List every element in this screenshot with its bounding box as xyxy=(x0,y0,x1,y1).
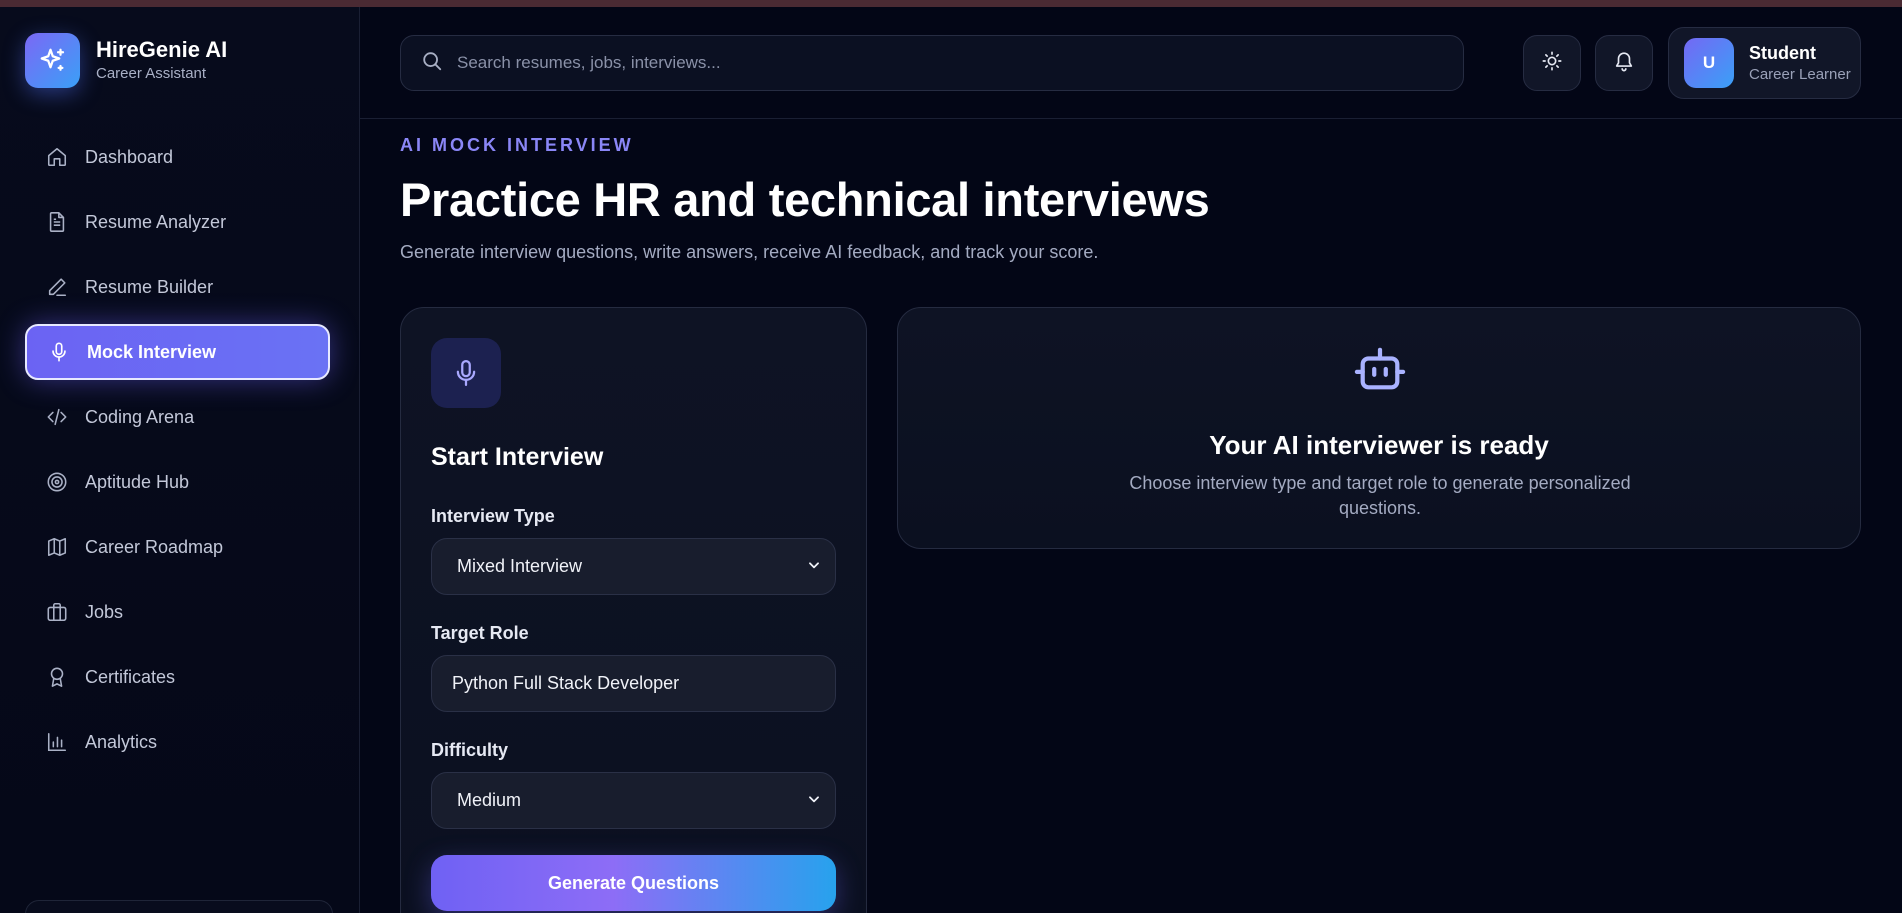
top-header: U Student Career Learner xyxy=(360,7,1902,119)
page-title: Practice HR and technical interviews xyxy=(400,173,1210,226)
search-bar[interactable] xyxy=(400,35,1464,91)
bell-icon xyxy=(1613,50,1635,77)
sidebar-item-coding-arena[interactable]: Coding Arena xyxy=(25,389,330,445)
pencil-icon xyxy=(45,275,69,299)
target-role-input[interactable]: Python Full Stack Developer xyxy=(431,655,836,712)
generate-questions-button[interactable]: Generate Questions xyxy=(431,855,836,911)
ready-description: Choose interview type and target role to… xyxy=(1129,473,1631,518)
sidebar-nav: Dashboard Resume Analyzer Resume Builder… xyxy=(25,129,330,779)
sidebar-item-dashboard[interactable]: Dashboard xyxy=(25,129,330,185)
microphone-icon xyxy=(47,340,71,364)
difficulty-select[interactable]: Medium xyxy=(431,772,836,829)
sidebar-item-career-roadmap[interactable]: Career Roadmap xyxy=(25,519,330,575)
sidebar-item-label: Mock Interview xyxy=(87,341,217,362)
home-icon xyxy=(45,145,69,169)
avatar: U xyxy=(1684,38,1734,88)
briefcase-icon xyxy=(45,600,69,624)
target-role-value: Python Full Stack Developer xyxy=(452,673,680,693)
sidebar-item-analytics[interactable]: Analytics xyxy=(25,714,330,770)
start-interview-title: Start Interview xyxy=(431,443,604,471)
award-icon xyxy=(45,665,69,689)
interview-type-value: Mixed Interview xyxy=(457,556,583,576)
sidebar-item-resume-builder[interactable]: Resume Builder xyxy=(25,259,330,315)
sidebar-footer-card[interactable] xyxy=(25,900,333,913)
code-icon xyxy=(45,405,69,429)
sidebar-item-label: Certificates xyxy=(85,666,176,687)
sparkles-icon xyxy=(25,33,80,88)
difficulty-value: Medium xyxy=(457,790,522,810)
sidebar-item-label: Aptitude Hub xyxy=(85,471,190,492)
sidebar-item-label: Dashboard xyxy=(85,146,174,167)
sidebar-item-label: Jobs xyxy=(85,601,124,622)
sidebar-item-label: Analytics xyxy=(85,731,158,752)
page-subtitle: Generate interview questions, write answ… xyxy=(400,242,1099,262)
app-title: HireGenie AI xyxy=(96,37,228,62)
sidebar-item-jobs[interactable]: Jobs xyxy=(25,584,330,640)
ready-title: Your AI interviewer is ready xyxy=(1209,430,1549,460)
ai-interviewer-card: Your AI interviewer is ready Choose inte… xyxy=(897,307,1861,549)
notifications-button[interactable] xyxy=(1595,35,1653,91)
chevron-down-icon xyxy=(807,790,821,811)
difficulty-label: Difficulty xyxy=(431,740,509,760)
sidebar: HireGenie AI Career Assistant Dashboard … xyxy=(0,7,360,913)
interview-type-label: Interview Type xyxy=(431,506,555,526)
target-icon xyxy=(45,470,69,494)
interview-type-select[interactable]: Mixed Interview xyxy=(431,538,836,595)
target-role-label: Target Role xyxy=(431,623,529,643)
user-role: Career Learner xyxy=(1749,65,1851,83)
sidebar-item-certificates[interactable]: Certificates xyxy=(25,649,330,705)
sidebar-item-mock-interview[interactable]: Mock Interview xyxy=(25,324,330,380)
app-subtitle: Career Assistant xyxy=(96,65,207,82)
sidebar-item-aptitude-hub[interactable]: Aptitude Hub xyxy=(25,454,330,510)
sidebar-item-label: Coding Arena xyxy=(85,406,195,427)
window-top-bar xyxy=(0,0,1902,7)
sidebar-item-label: Career Roadmap xyxy=(85,536,224,557)
document-icon xyxy=(45,210,69,234)
section-eyebrow: AI MOCK INTERVIEW xyxy=(400,135,634,155)
theme-toggle-button[interactable] xyxy=(1523,35,1581,91)
sidebar-item-label: Resume Builder xyxy=(85,276,214,297)
search-icon xyxy=(421,50,443,77)
sun-icon xyxy=(1541,50,1563,77)
start-interview-card: Start Interview Interview Type Mixed Int… xyxy=(400,307,867,913)
chevron-down-icon xyxy=(807,556,821,577)
microphone-icon xyxy=(431,338,501,408)
bar-chart-icon xyxy=(45,730,69,754)
user-profile-menu[interactable]: U Student Career Learner xyxy=(1668,27,1861,99)
sidebar-item-resume-analyzer[interactable]: Resume Analyzer xyxy=(25,194,330,250)
search-input[interactable] xyxy=(457,53,1357,73)
map-icon xyxy=(45,535,69,559)
robot-icon xyxy=(1352,345,1408,400)
brand[interactable]: HireGenie AI Career Assistant xyxy=(25,33,227,88)
sidebar-item-label: Resume Analyzer xyxy=(85,211,227,232)
user-name: Student xyxy=(1749,42,1816,63)
